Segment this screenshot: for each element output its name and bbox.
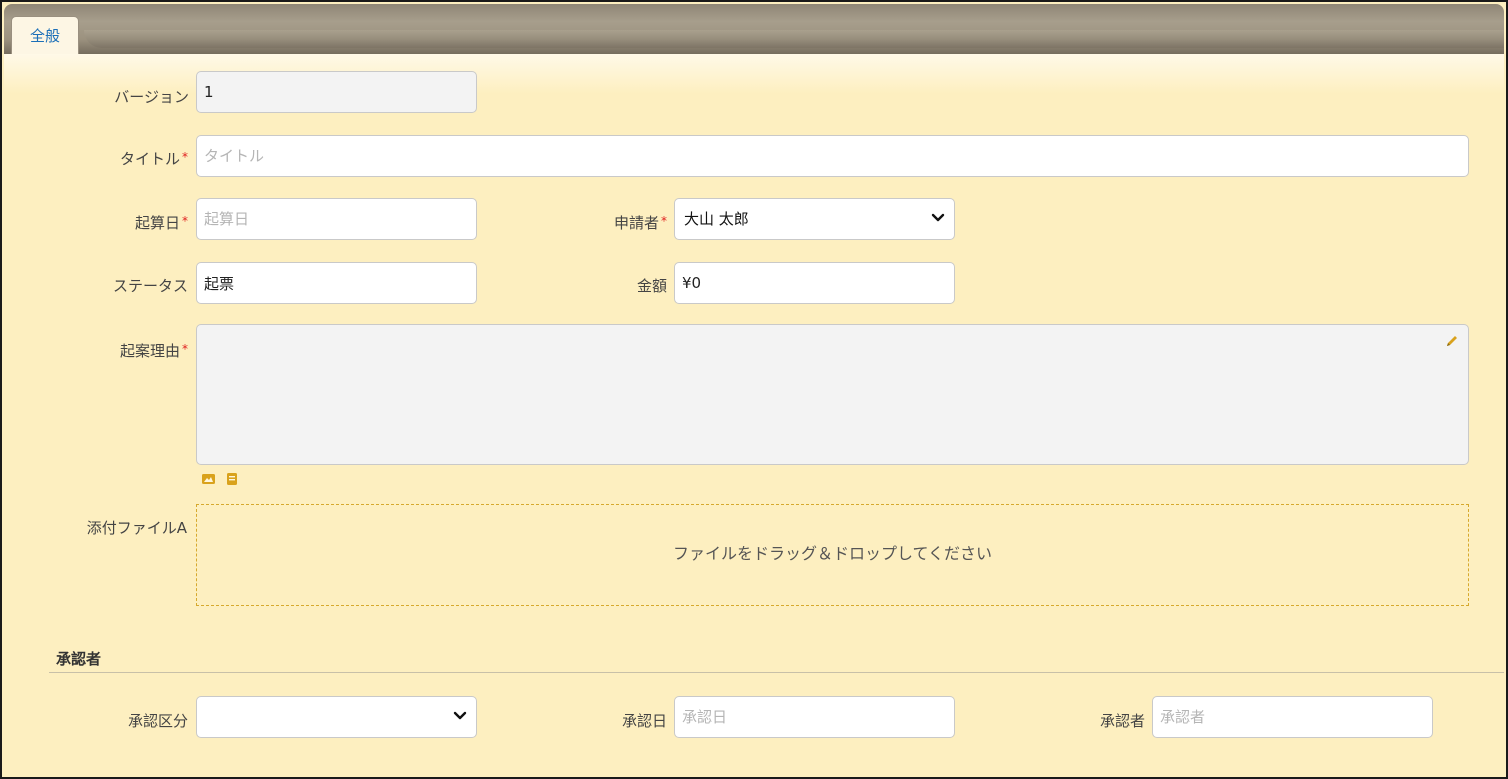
approver-label-text: 承認者 <box>1099 712 1145 730</box>
applicant-label: 申請者 * <box>564 212 667 233</box>
tab-general[interactable]: 全般 <box>11 16 79 56</box>
amount-label-text: 金額 <box>636 277 667 295</box>
chevron-down-icon <box>931 213 945 222</box>
tab-bar-decoration <box>84 30 1504 48</box>
required-mark: * <box>661 214 667 228</box>
reason-label-text: 起案理由 <box>119 342 180 360</box>
reason-textarea[interactable] <box>196 324 1469 465</box>
required-mark: * <box>182 150 188 164</box>
required-mark: * <box>182 342 188 356</box>
applicant-label-text: 申請者 <box>613 214 659 232</box>
attachment-label: 添付ファイルA <box>64 517 187 538</box>
approval-category-label: 承認区分 <box>84 710 188 731</box>
approval-date-input[interactable] <box>674 696 955 738</box>
version-field <box>196 71 477 113</box>
approval-category-label-text: 承認区分 <box>127 712 188 730</box>
version-label: バージョン <box>99 86 189 107</box>
title-label: タイトル * <box>84 148 188 169</box>
approver-input[interactable] <box>1152 696 1433 738</box>
amount-input[interactable] <box>674 262 955 304</box>
applicant-selected-value: 大山 太郎 <box>684 210 749 228</box>
pencil-icon[interactable] <box>1445 334 1459 348</box>
start-date-label: 起算日 * <box>84 212 188 233</box>
start-date-input[interactable] <box>196 198 477 240</box>
image-icon[interactable] <box>201 472 216 486</box>
title-label-text: タイトル <box>119 150 180 168</box>
section-divider <box>49 672 1504 673</box>
attachment-label-text: 添付ファイルA <box>86 519 187 537</box>
dropzone-text: ファイルをドラッグ＆ドロップしてください <box>672 544 993 563</box>
approval-date-label-text: 承認日 <box>621 712 667 730</box>
form-window: 全般 バージョン タイトル* 起算日* 申請者* 大山 太郎 ステー <box>0 0 1508 779</box>
status-label-text: ステータス <box>112 277 188 295</box>
approver-label: 承認者 <box>1044 710 1145 731</box>
file-dropzone[interactable]: ファイルをドラッグ＆ドロップしてください <box>196 504 1469 606</box>
amount-label: 金額 <box>564 275 667 296</box>
approval-date-label: 承認日 <box>564 710 667 731</box>
approvers-section-title: 承認者 <box>56 650 102 668</box>
required-mark: * <box>182 214 188 228</box>
title-input[interactable] <box>196 135 1469 177</box>
applicant-select[interactable]: 大山 太郎 <box>674 198 955 240</box>
file-icon[interactable] <box>224 472 239 486</box>
version-label-text: バージョン <box>114 88 189 106</box>
status-label: ステータス <box>84 275 188 296</box>
reason-label: 起案理由 * <box>84 340 188 361</box>
approval-category-select[interactable] <box>196 696 477 738</box>
status-field[interactable] <box>196 262 477 304</box>
tab-bar: 全般 <box>4 4 1504 56</box>
chevron-down-icon <box>453 711 467 720</box>
start-date-label-text: 起算日 <box>134 214 180 232</box>
form-content: バージョン タイトル* 起算日* 申請者* 大山 太郎 ステータス <box>4 54 1504 777</box>
